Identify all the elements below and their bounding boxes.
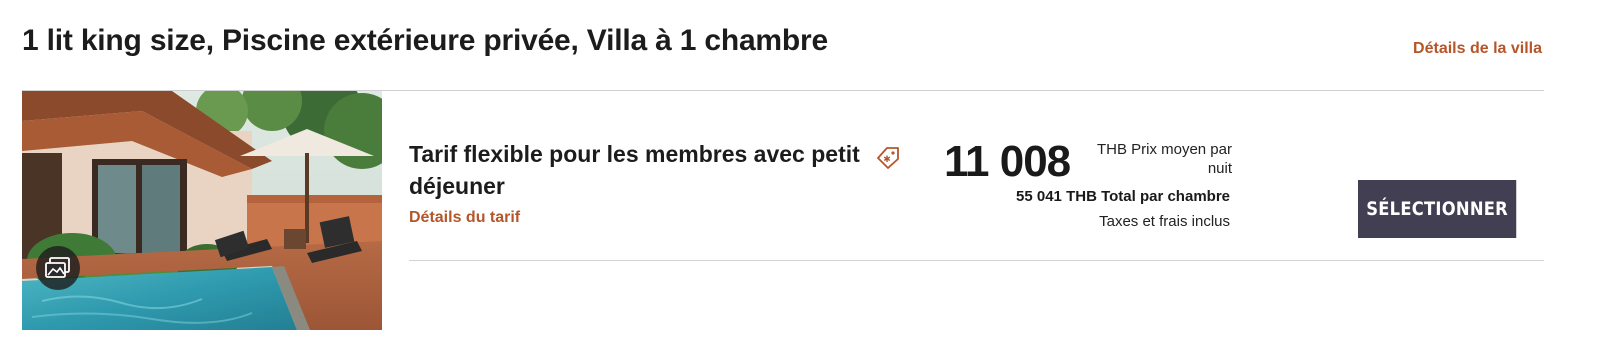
rate-divider (409, 260, 1544, 261)
member-tag-icon: ✱ (877, 147, 899, 169)
taxes-note: Taxes et frais inclus (1099, 213, 1230, 230)
total-price: 55 041 THB Total par chambre (1016, 188, 1230, 205)
svg-text:✱: ✱ (883, 155, 891, 165)
total-amount: 55 041 (1016, 188, 1062, 205)
villa-details-link[interactable]: Détails de la villa (1413, 40, 1542, 58)
gallery-button[interactable] (36, 246, 80, 290)
rate-details-link[interactable]: Détails du tarif (409, 209, 520, 227)
nightly-price-label: THB Prix moyen par nuit (1096, 141, 1232, 177)
gallery-icon (45, 257, 70, 278)
select-button[interactable]: SÉLECTIONNER (1358, 180, 1517, 238)
rate-name: Tarif flexible pour les membres avec pet… (409, 141, 860, 199)
total-label: THB Total par chambre (1066, 188, 1230, 205)
room-title: 1 lit king size, Piscine extérieure priv… (22, 24, 828, 57)
nightly-price: 11 008 (944, 137, 1071, 186)
room-photo[interactable] (22, 91, 382, 330)
